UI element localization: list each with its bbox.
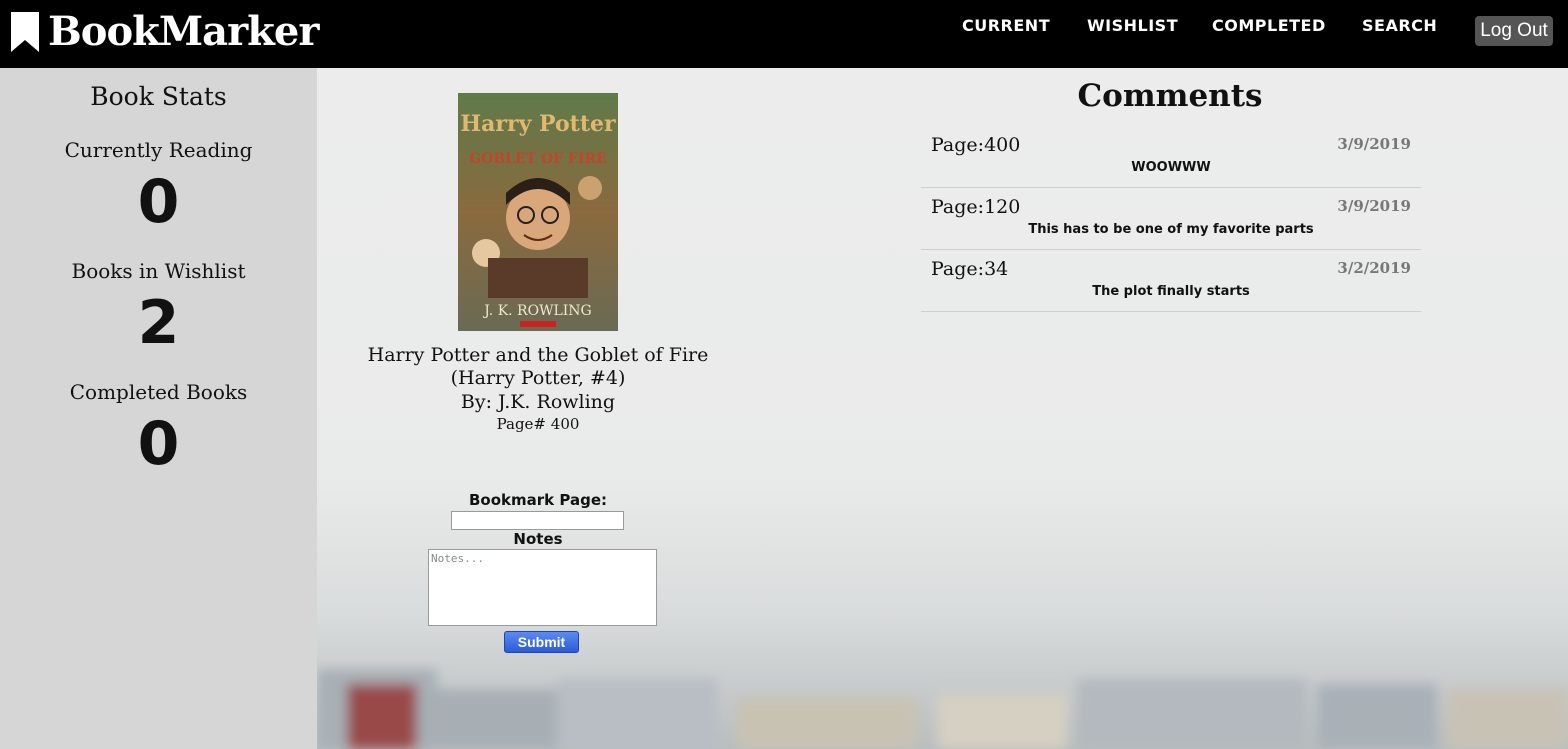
comment-item: Page:34 3/2/2019 The plot finally starts xyxy=(921,250,1421,312)
comment-page: Page:400 xyxy=(931,134,1021,156)
cover-title-text: Harry Potter xyxy=(460,111,616,137)
nav-wishlist[interactable]: WISHLIST xyxy=(1087,16,1178,35)
stat-value-wishlist: 2 xyxy=(137,288,180,358)
bookmark-page-input[interactable] xyxy=(451,511,624,530)
book-cover-image[interactable]: Harry Potter GOBLET OF FIRE J. K. ROWLIN… xyxy=(458,93,618,331)
logout-button[interactable]: Log Out xyxy=(1475,16,1553,46)
comment-page: Page:120 xyxy=(931,196,1021,218)
book-current-page: Page# 400 xyxy=(496,415,580,433)
stat-label-wishlist: Books in Wishlist xyxy=(71,259,246,283)
nav-completed[interactable]: COMPLETED xyxy=(1212,16,1326,35)
bookmark-page-label: Bookmark Page: xyxy=(469,491,607,509)
brand-name: BookMarker xyxy=(48,8,319,55)
navbar: BookMarker CURRENT WISHLIST COMPLETED SE… xyxy=(0,0,1568,68)
comment-text: The plot finally starts xyxy=(1092,284,1250,299)
stat-label-currently-reading: Currently Reading xyxy=(64,138,253,162)
comment-page: Page:34 xyxy=(931,258,1009,280)
notes-label: Notes xyxy=(513,530,563,548)
nav-search[interactable]: SEARCH xyxy=(1362,16,1437,35)
brand[interactable]: BookMarker xyxy=(10,8,319,55)
comment-item: Page:120 3/9/2019 This has to be one of … xyxy=(921,188,1421,250)
nav-current[interactable]: CURRENT xyxy=(962,16,1050,35)
stat-value-currently-reading: 0 xyxy=(137,167,180,237)
bookmark-icon xyxy=(11,12,39,52)
book-author: By: J.K. Rowling xyxy=(460,391,616,413)
stat-label-completed: Completed Books xyxy=(69,380,248,404)
cover-subtitle-text: GOBLET OF FIRE xyxy=(469,151,607,167)
comment-date: 3/9/2019 xyxy=(1337,197,1411,215)
comment-text: WOOWWW xyxy=(1131,160,1211,175)
comment-date: 3/2/2019 xyxy=(1337,259,1411,277)
notes-textarea[interactable] xyxy=(428,549,657,626)
cover-author-text: J. K. ROWLING xyxy=(482,303,591,319)
comment-item: Page:400 3/9/2019 WOOWWW xyxy=(921,126,1421,188)
submit-button[interactable]: Submit xyxy=(504,631,579,653)
stat-value-completed: 0 xyxy=(137,409,180,479)
book-title: Harry Potter and the Goblet of Fire (Har… xyxy=(367,344,709,389)
comments-title: Comments xyxy=(1077,78,1263,114)
comment-text: This has to be one of my favorite parts xyxy=(1028,222,1314,237)
sidebar-title: Book Stats xyxy=(90,82,227,111)
book-stats-sidebar: Book Stats Currently Reading 0 Books in … xyxy=(0,68,317,749)
comment-date: 3/9/2019 xyxy=(1337,135,1411,153)
